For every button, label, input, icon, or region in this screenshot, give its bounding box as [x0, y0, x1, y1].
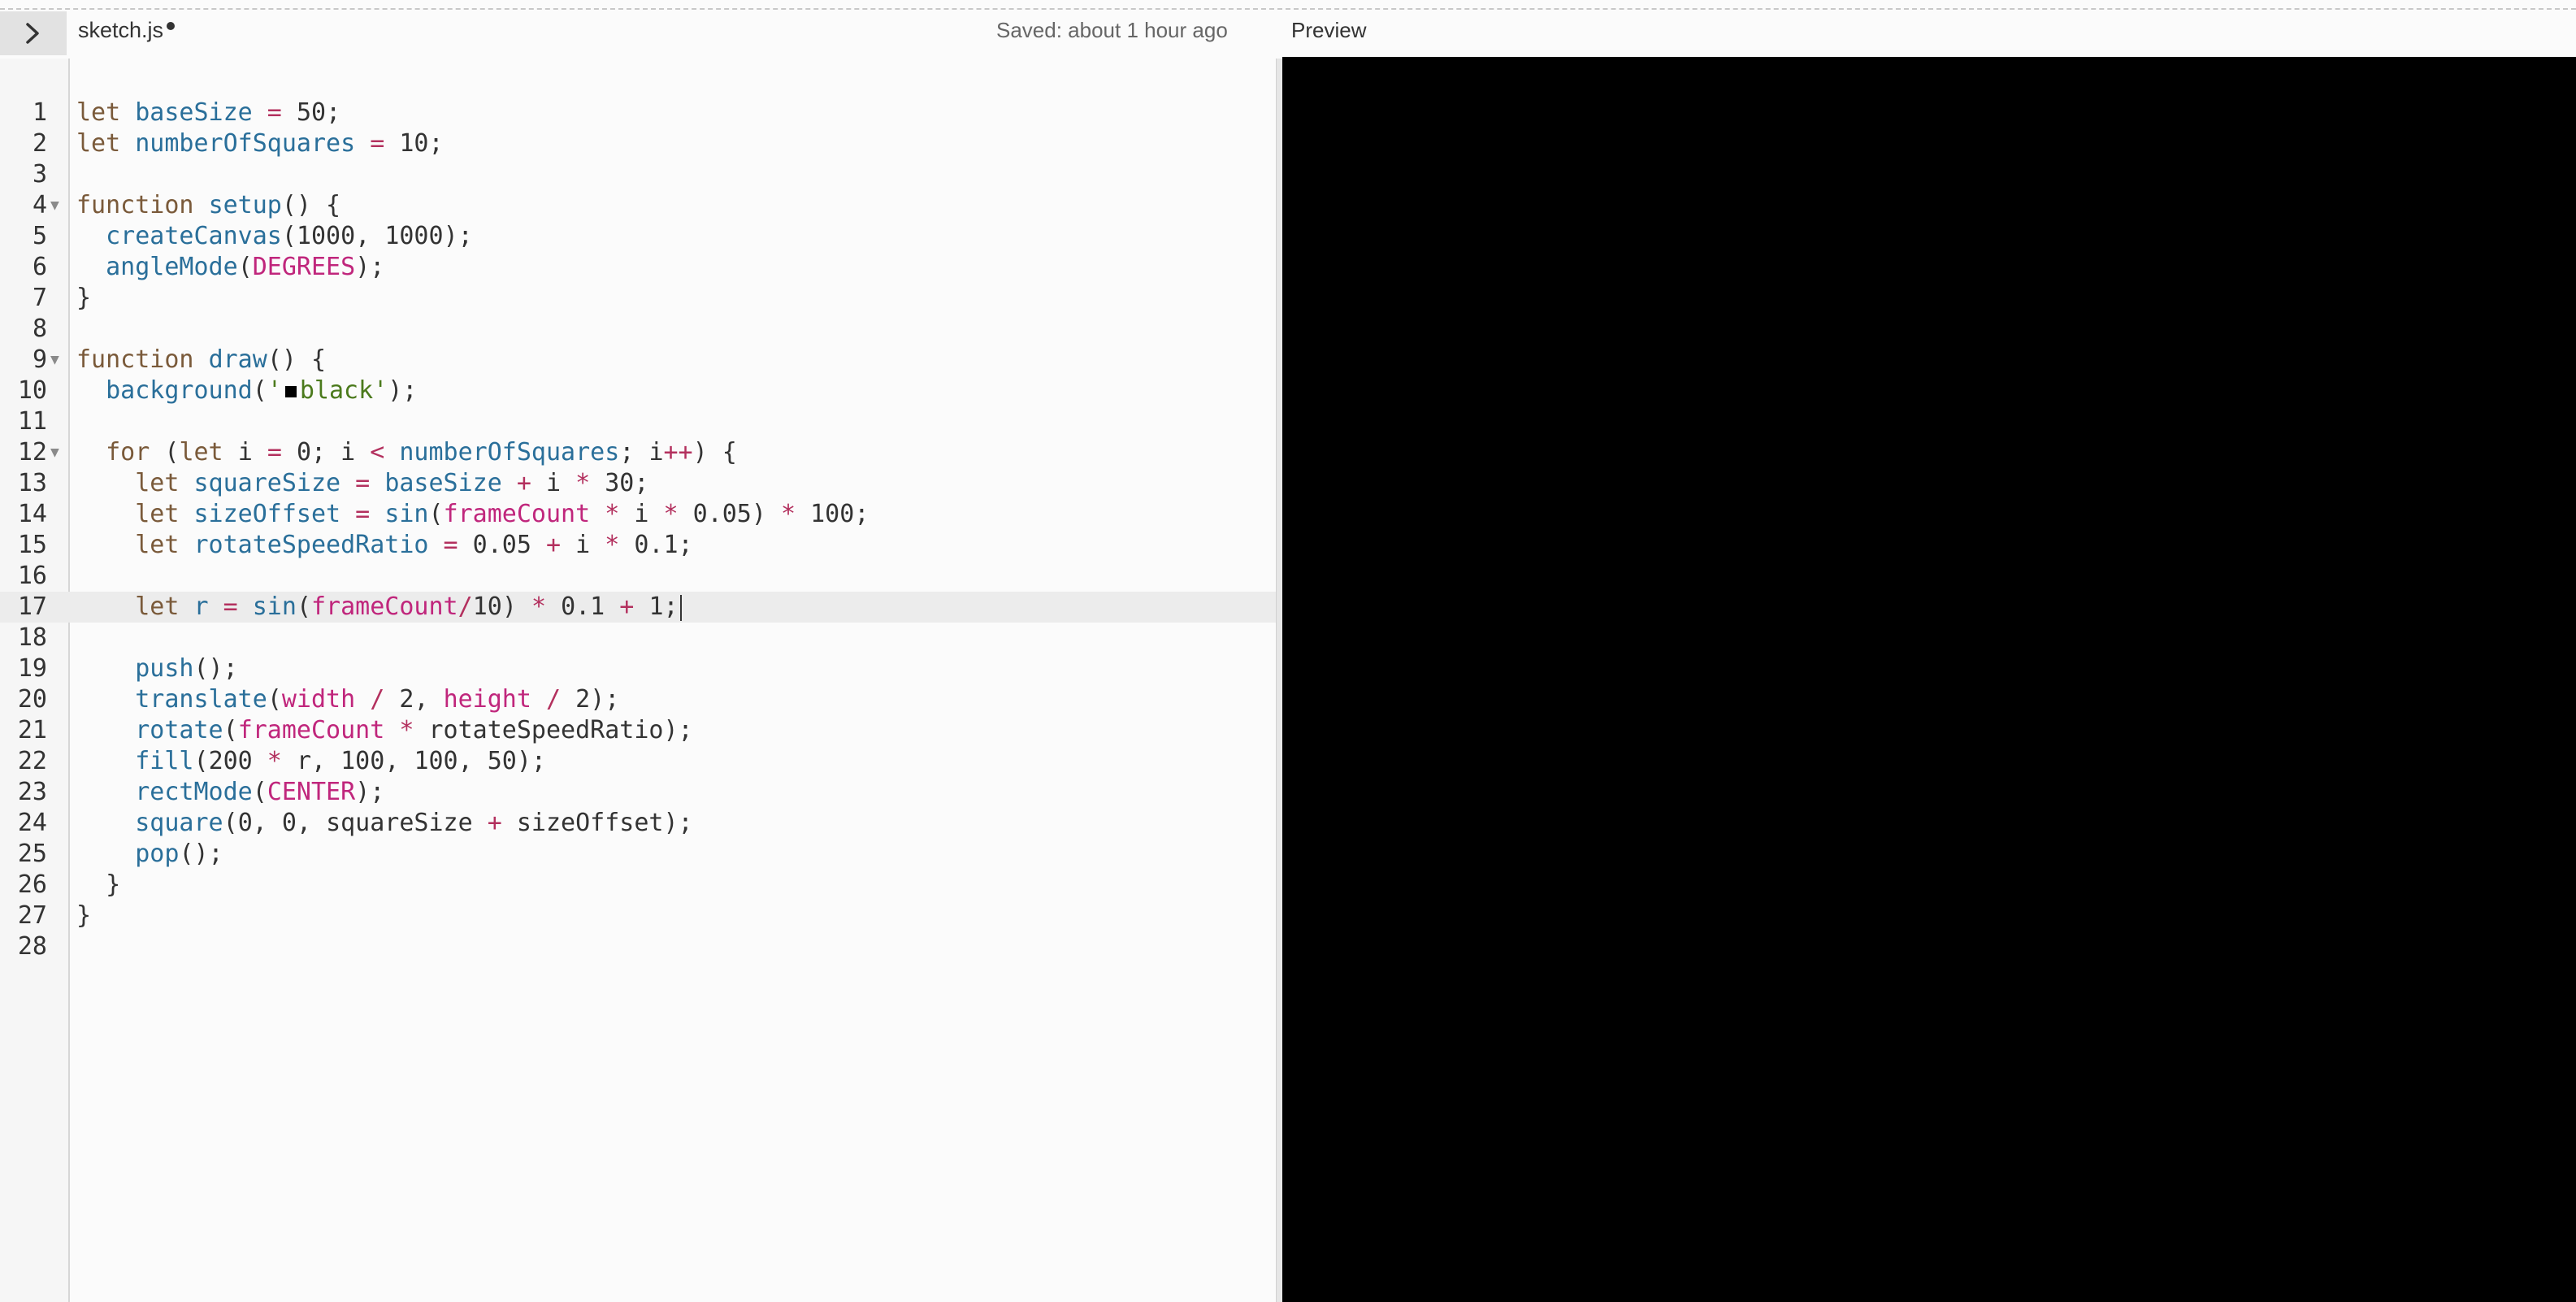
- code-line[interactable]: 28: [0, 931, 1276, 962]
- code-line[interactable]: 1 let baseSize = 50;: [0, 98, 1276, 128]
- code-text: translate(width / 2, height / 2);: [135, 685, 620, 714]
- fold-arrow-icon[interactable]: ▼: [50, 190, 62, 221]
- code-line[interactable]: 19 push();: [0, 653, 1276, 684]
- code-line[interactable]: 15 let rotateSpeedRatio = 0.05 + i * 0.1…: [0, 530, 1276, 561]
- code-text: }: [76, 284, 92, 312]
- code-line[interactable]: 10 background(' black');: [0, 375, 1276, 406]
- line-number: 27: [17, 901, 47, 930]
- code-text: }: [76, 901, 92, 930]
- code-text: background(' black');: [106, 376, 418, 405]
- line-number: 10: [17, 376, 47, 405]
- code-line[interactable]: 7}: [0, 283, 1276, 314]
- code-line[interactable]: 20 translate(width / 2, height / 2);: [0, 684, 1276, 715]
- line-number: 14: [17, 500, 47, 528]
- code-line[interactable]: 8: [0, 314, 1276, 345]
- fold-arrow-icon[interactable]: ▼: [50, 437, 62, 468]
- line-number: 24: [17, 809, 47, 837]
- code-line[interactable]: 25 pop();: [0, 839, 1276, 870]
- line-number: 4: [32, 191, 47, 219]
- code-text: }: [106, 870, 121, 899]
- chevron-right-icon: [26, 23, 39, 44]
- unsaved-indicator-icon: [167, 22, 175, 30]
- line-number: 9: [32, 345, 47, 374]
- code-content[interactable]: 1 let baseSize = 50; 2 let numberOfSquares …: [0, 98, 1276, 962]
- code-line[interactable]: 11: [0, 406, 1276, 437]
- line-number: 16: [17, 562, 47, 590]
- line-number: 13: [17, 469, 47, 497]
- line-number: 21: [17, 716, 47, 744]
- color-swatch-icon: [284, 385, 297, 397]
- code-text: let rotateSpeedRatio = 0.05 + i * 0.1;: [135, 531, 693, 559]
- line-number: 20: [17, 685, 47, 714]
- code-text: fill(200 * r, 100, 100, 50);: [135, 747, 546, 775]
- line-number: 19: [17, 654, 47, 683]
- line-number: 3: [32, 160, 47, 189]
- code-text: createCanvas(1000, 1000);: [106, 222, 473, 250]
- code-text: rotate(frameCount * rotateSpeedRatio);: [135, 716, 693, 744]
- code-line[interactable]: 26 }: [0, 870, 1276, 901]
- line-number: 26: [17, 870, 47, 899]
- code-text: function setup() {: [76, 191, 341, 219]
- code-line[interactable]: 4 ▼ function setup() {: [0, 190, 1276, 221]
- line-number: 2: [32, 129, 47, 158]
- line-number: 15: [17, 531, 47, 559]
- code-text: pop();: [135, 840, 223, 868]
- code-line[interactable]: 24 square(0, 0, squareSize + sizeOffset)…: [0, 808, 1276, 839]
- code-line[interactable]: 18: [0, 623, 1276, 653]
- code-text: square(0, 0, squareSize + sizeOffset);: [135, 809, 693, 837]
- code-line[interactable]: 23 rectMode(CENTER);: [0, 777, 1276, 808]
- code-line[interactable]: 12 ▼ for (let i = 0; i < numberOfSquares;…: [0, 437, 1276, 468]
- code-text: push();: [135, 654, 238, 683]
- preview-canvas: [1282, 57, 2576, 1302]
- code-text: let baseSize = 50;: [76, 98, 341, 127]
- code-line[interactable]: 13 let squareSize = baseSize + i * 30;: [0, 468, 1276, 499]
- line-number: 23: [17, 778, 47, 806]
- code-text: let squareSize = baseSize + i * 30;: [135, 469, 649, 497]
- code-line[interactable]: 9 ▼ function draw() {: [0, 345, 1276, 375]
- line-number: 5: [32, 222, 47, 250]
- save-status: Saved: about 1 hour ago: [996, 18, 1228, 42]
- code-text: angleMode(DEGREES);: [106, 253, 385, 281]
- file-tab-name[interactable]: sketch.js: [78, 18, 163, 43]
- code-line[interactable]: 17 let r = sin(frameCount/10) * 0.1 + 1;: [0, 592, 1276, 623]
- text-cursor: [679, 594, 682, 621]
- code-text: let sizeOffset = sin(frameCount * i * 0.…: [135, 500, 870, 528]
- code-editor[interactable]: 1 let baseSize = 50; 2 let numberOfSquares …: [0, 59, 1276, 1302]
- line-number: 12: [17, 438, 47, 467]
- code-text: let numberOfSquares = 10;: [76, 129, 444, 158]
- line-number: 6: [32, 253, 47, 281]
- code-line[interactable]: 14 let sizeOffset = sin(frameCount * i *…: [0, 499, 1276, 530]
- line-number: 7: [32, 284, 47, 312]
- line-number: 17: [17, 592, 47, 621]
- code-line[interactable]: 2 let numberOfSquares = 10;: [0, 128, 1276, 159]
- top-dashed-border: [0, 8, 2576, 10]
- code-line[interactable]: 16: [0, 561, 1276, 592]
- preview-title: Preview: [1291, 18, 1367, 42]
- line-number: 28: [17, 932, 47, 961]
- code-line[interactable]: 27}: [0, 901, 1276, 931]
- code-line[interactable]: 6 angleMode(DEGREES);: [0, 252, 1276, 283]
- code-text: let r = sin(frameCount/10) * 0.1 + 1;: [76, 592, 682, 623]
- code-text: for (let i = 0; i < numberOfSquares; i++…: [106, 438, 737, 467]
- code-line[interactable]: 3: [0, 159, 1276, 190]
- line-number: 18: [17, 623, 47, 652]
- line-number: 22: [17, 747, 47, 775]
- code-line[interactable]: 22 fill(200 * r, 100, 100, 50);: [0, 746, 1276, 777]
- line-number: 11: [17, 407, 47, 436]
- sidebar-toggle-button[interactable]: [0, 11, 67, 55]
- code-line[interactable]: 5 createCanvas(1000, 1000);: [0, 221, 1276, 252]
- code-text: function draw() {: [76, 345, 327, 374]
- code-text: rectMode(CENTER);: [135, 778, 385, 806]
- line-number: 1: [32, 98, 47, 127]
- line-number: 25: [17, 840, 47, 868]
- fold-arrow-icon[interactable]: ▼: [50, 345, 62, 375]
- code-line[interactable]: 21 rotate(frameCount * rotateSpeedRatio)…: [0, 715, 1276, 746]
- line-number: 8: [32, 315, 47, 343]
